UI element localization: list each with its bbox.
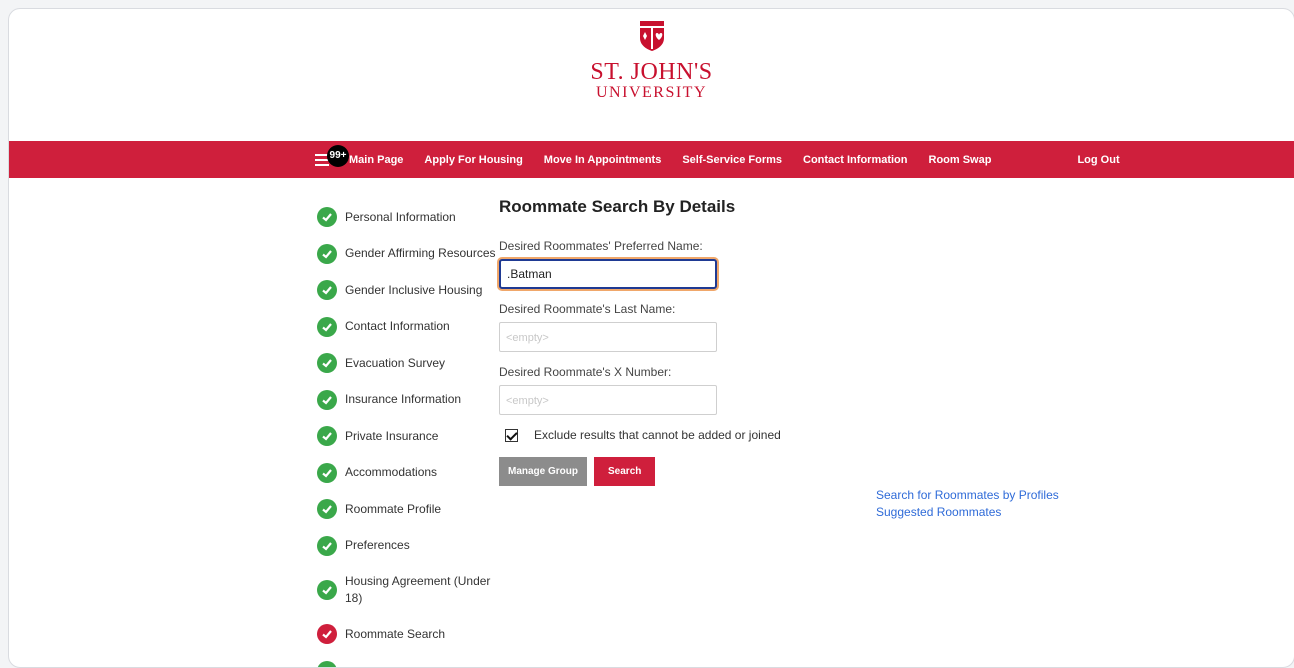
check-circle-icon xyxy=(317,536,337,556)
step-label: Gender Affirming Resources xyxy=(345,245,496,262)
manage-group-button[interactable]: Manage Group xyxy=(499,457,587,486)
suggested-roommates-link[interactable]: Suggested Roommates xyxy=(876,504,1059,521)
step-roommate-profile[interactable]: Roommate Profile xyxy=(317,491,497,528)
exclude-results-label: Exclude results that cannot be added or … xyxy=(534,428,781,442)
step-label: Contact Information xyxy=(345,318,450,335)
form-buttons: Manage Group Search xyxy=(499,457,1079,486)
nav-main-page[interactable]: Main Page xyxy=(349,154,403,166)
search-button[interactable]: Search xyxy=(594,457,655,486)
check-circle-icon xyxy=(317,580,337,600)
exclude-results-row: Exclude results that cannot be added or … xyxy=(505,428,1079,442)
roommate-search-form: Roommate Search By Details Desired Roomm… xyxy=(499,197,1079,486)
page-title: Roommate Search By Details xyxy=(499,197,1079,217)
check-circle-icon xyxy=(317,390,337,410)
step-label: Accommodations xyxy=(345,464,437,481)
check-circle-icon xyxy=(317,499,337,519)
last-name-input[interactable] xyxy=(499,322,717,352)
application-steps-list: Personal Information Gender Affirming Re… xyxy=(317,199,497,668)
step-gender-affirming-resources[interactable]: Gender Affirming Resources xyxy=(317,236,497,273)
step-contact-information[interactable]: Contact Information xyxy=(317,309,497,346)
step-evacuation-survey[interactable]: Evacuation Survey xyxy=(317,345,497,382)
check-circle-icon xyxy=(317,661,337,668)
step-label: Private Insurance xyxy=(345,428,438,445)
step-label: Evacuation Survey xyxy=(345,355,445,372)
step-label: Personal Information xyxy=(345,209,456,226)
step-label: Roommate Search xyxy=(345,626,445,643)
check-circle-icon xyxy=(317,207,337,227)
x-number-label: Desired Roommate's X Number: xyxy=(499,365,1079,379)
nav-room-swap[interactable]: Room Swap xyxy=(929,154,992,166)
search-alternative-links: Search for Roommates by Profiles Suggest… xyxy=(876,487,1059,521)
logo-wordmark-line2: UNIVERSITY xyxy=(9,84,1294,102)
nav-self-service-forms[interactable]: Self-Service Forms xyxy=(682,154,782,166)
preferred-name-label: Desired Roommates' Preferred Name: xyxy=(499,239,1079,253)
nav-items: 99+ Main Page Apply For Housing Move In … xyxy=(315,141,1120,178)
university-logo[interactable]: ST. JOHN'S UNIVERSITY xyxy=(9,21,1294,102)
x-number-input[interactable] xyxy=(499,385,717,415)
step-next-partial[interactable] xyxy=(317,653,497,668)
notification-badge[interactable]: 99+ xyxy=(327,145,349,167)
check-circle-icon xyxy=(317,317,337,337)
search-by-profiles-link[interactable]: Search for Roommates by Profiles xyxy=(876,487,1059,504)
nav-contact-information[interactable]: Contact Information xyxy=(803,154,908,166)
step-personal-information[interactable]: Personal Information xyxy=(317,199,497,236)
preferred-name-input[interactable] xyxy=(499,259,717,289)
step-label: Housing Agreement (Under 18) xyxy=(345,573,497,607)
step-accommodations[interactable]: Accommodations xyxy=(317,455,497,492)
step-label: Roommate Profile xyxy=(345,501,441,518)
hamburger-menu-icon[interactable]: 99+ xyxy=(315,154,329,166)
step-label: Preferences xyxy=(345,537,410,554)
step-insurance-information[interactable]: Insurance Information xyxy=(317,382,497,419)
nav-apply-for-housing[interactable]: Apply For Housing xyxy=(424,154,522,166)
step-label: Insurance Information xyxy=(345,391,461,408)
step-private-insurance[interactable]: Private Insurance xyxy=(317,418,497,455)
step-preferences[interactable]: Preferences xyxy=(317,528,497,565)
logo-wordmark-line1: ST. JOHN'S xyxy=(9,60,1294,84)
step-gender-inclusive-housing[interactable]: Gender Inclusive Housing xyxy=(317,272,497,309)
check-circle-icon xyxy=(317,353,337,373)
shield-crest-icon xyxy=(638,21,666,51)
exclude-results-checkbox[interactable] xyxy=(505,429,518,442)
nav-move-in-appointments[interactable]: Move In Appointments xyxy=(544,154,662,166)
step-housing-agreement[interactable]: Housing Agreement (Under 18) xyxy=(317,564,497,616)
browser-page: ST. JOHN'S UNIVERSITY 99+ Main Page Appl… xyxy=(8,8,1294,668)
last-name-label: Desired Roommate's Last Name: xyxy=(499,302,1079,316)
main-nav-bar: 99+ Main Page Apply For Housing Move In … xyxy=(9,141,1294,178)
check-circle-icon xyxy=(317,463,337,483)
check-circle-icon xyxy=(317,624,337,644)
check-circle-icon xyxy=(317,426,337,446)
check-circle-icon xyxy=(317,244,337,264)
nav-log-out[interactable]: Log Out xyxy=(1077,154,1119,166)
check-circle-icon xyxy=(317,280,337,300)
step-label: Gender Inclusive Housing xyxy=(345,282,482,299)
step-roommate-search[interactable]: Roommate Search xyxy=(317,616,497,653)
